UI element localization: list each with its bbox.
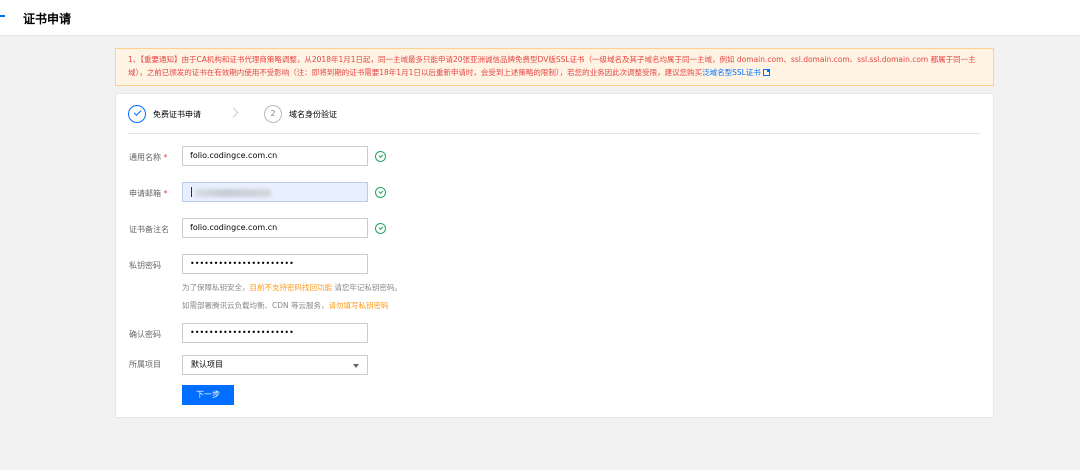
text-cursor — [191, 187, 192, 197]
key-password-label: 私钥密码 — [129, 261, 161, 270]
next-step-button[interactable]: 下一步 — [182, 385, 234, 405]
stepper: 免费证书申请 2 域名身份验证 — [128, 104, 980, 134]
key-password-hint-1: 为了保障私钥安全，目前不支持密码找回功能 请您牢记私钥密码。 — [182, 283, 402, 292]
key-password-hint-2: 如需部署腾讯云负载均衡、CDN 等云服务，请勿填写私钥密码 — [182, 301, 389, 310]
step-1-label: 免费证书申请 — [153, 110, 201, 119]
remark-input[interactable]: folio.codingce.com.cn — [182, 218, 368, 238]
domain-valid-check-icon — [375, 151, 386, 162]
back-indicator[interactable] — [0, 15, 5, 17]
project-select[interactable]: 默认项目 — [182, 355, 368, 375]
step-2-label: 域名身份验证 — [289, 110, 337, 119]
domain-label: 通用名称 * — [129, 153, 168, 162]
project-select-value: 默认项目 — [191, 360, 223, 369]
email-label: 申请邮箱 * — [129, 189, 168, 198]
confirm-password-label: 确认密码 — [129, 330, 161, 339]
email-valid-check-icon — [375, 187, 386, 198]
remark-valid-check-icon — [375, 223, 386, 234]
chevron-right-icon — [228, 107, 239, 118]
step-1-check-icon — [128, 105, 146, 123]
form-card: 免费证书申请 2 域名身份验证 通用名称 * folio.codingce.co… — [115, 93, 994, 418]
caret-down-icon — [353, 364, 359, 368]
project-label: 所属项目 — [129, 360, 161, 369]
email-input[interactable] — [182, 182, 368, 202]
wildcard-ssl-link[interactable]: 泛域名型SSL证书 — [702, 68, 761, 77]
step-2-number: 2 — [264, 105, 282, 123]
confirm-password-input[interactable]: •••••••••••••••••••••• — [182, 323, 368, 343]
redacted-email — [195, 189, 271, 197]
notice-text: 1、【重要通知】由于CA机构和证书代理商策略调整，从2018年1月1日起，同一主… — [128, 55, 976, 77]
key-password-input[interactable]: •••••••••••••••••••••• — [182, 254, 368, 274]
notice-banner: 1、【重要通知】由于CA机构和证书代理商策略调整，从2018年1月1日起，同一主… — [115, 48, 994, 86]
top-bar: 证书申请 — [0, 0, 1080, 36]
external-link-icon[interactable] — [762, 69, 770, 76]
remark-label: 证书备注名 — [129, 225, 169, 234]
page-title: 证书申请 — [23, 12, 72, 26]
domain-input[interactable]: folio.codingce.com.cn — [182, 146, 368, 166]
